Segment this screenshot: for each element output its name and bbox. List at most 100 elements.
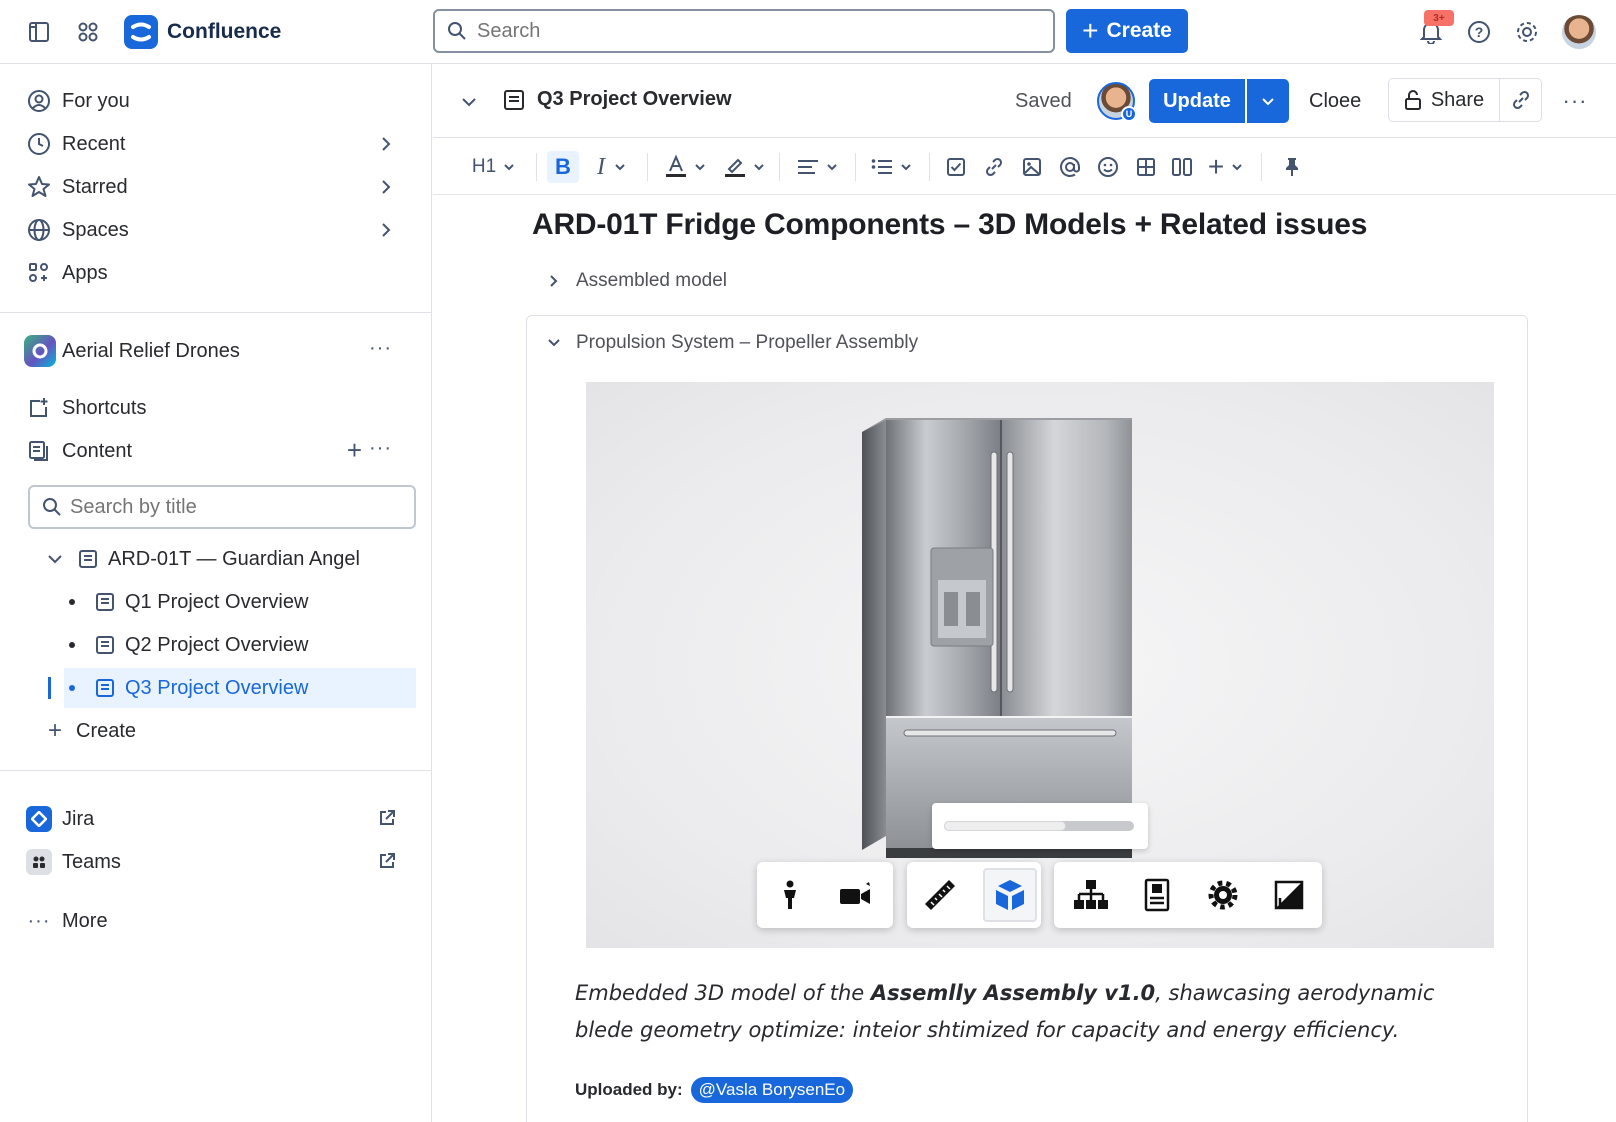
space-header[interactable]: Aerial Relief Drones ···: [24, 331, 408, 371]
update-options-button[interactable]: [1247, 79, 1289, 123]
selected-indicator: [48, 677, 51, 699]
close-button[interactable]: Cloee: [1309, 90, 1361, 113]
create-button[interactable]: + Create: [1066, 9, 1188, 53]
properties-icon[interactable]: [1134, 872, 1180, 918]
sidebar-item-recent[interactable]: Recent: [24, 124, 408, 164]
plus-icon: +: [47, 717, 62, 744]
user-avatar[interactable]: [1562, 15, 1596, 49]
share-button[interactable]: Share: [1388, 78, 1500, 122]
tree-item-parent[interactable]: ARD-01T — Guardian Angel: [44, 539, 416, 579]
sidebar-item-spaces[interactable]: Spaces: [24, 210, 408, 250]
sidebar-app-jira[interactable]: Jira: [24, 799, 408, 839]
tree-item-q2[interactable]: Q2 Project Overview: [64, 625, 416, 665]
chevron-down-icon[interactable]: [44, 550, 66, 568]
page-icon: [78, 549, 98, 569]
camera-icon[interactable]: [833, 872, 879, 918]
sidebar-item-for-you[interactable]: For you: [24, 81, 408, 121]
caption-text: Embedded 3D model of the: [575, 981, 871, 1005]
app-name: Confluence: [167, 20, 282, 43]
refrigerator-model[interactable]: [586, 382, 1494, 948]
help-icon[interactable]: ?: [1466, 19, 1492, 45]
app-switcher-icon[interactable]: [75, 19, 101, 45]
global-search[interactable]: [433, 9, 1055, 53]
sidebar-app-teams[interactable]: Teams: [24, 842, 408, 882]
page-icon: [95, 678, 115, 698]
sidebar-item-shortcuts[interactable]: Shortcuts: [24, 388, 408, 428]
external-link-icon[interactable]: [378, 809, 396, 833]
heading-style-dropdown[interactable]: H1: [469, 151, 519, 183]
expand-propulsion-system[interactable]: Propulsion System – Propeller Assembly: [546, 328, 918, 358]
content-search[interactable]: [28, 485, 416, 529]
emoji-icon[interactable]: [1093, 151, 1123, 183]
link-icon[interactable]: [979, 151, 1009, 183]
editor-toolbar: H1 B I +: [433, 139, 1616, 195]
image-icon[interactable]: [1017, 151, 1047, 183]
add-content-icon[interactable]: +: [347, 435, 362, 466]
more-actions-icon[interactable]: ···: [1560, 86, 1590, 116]
chevron-down-icon: [754, 164, 764, 171]
hierarchy-icon[interactable]: [1068, 872, 1114, 918]
bold-icon[interactable]: B: [547, 151, 579, 183]
confluence-home-link[interactable]: Confluence: [124, 13, 281, 51]
3d-model-viewer[interactable]: [586, 382, 1494, 948]
sidebar-item-starred[interactable]: Starred: [24, 167, 408, 207]
page-title-text: Q3 Project Overview: [537, 88, 732, 110]
chevron-down-icon: [695, 164, 705, 171]
bullet: [69, 685, 75, 691]
share-label: Share: [1430, 88, 1485, 111]
list-dropdown[interactable]: [867, 151, 917, 183]
tree-item-q1[interactable]: Q1 Project Overview: [64, 582, 416, 622]
checkbox-task-icon[interactable]: [941, 151, 971, 183]
copy-link-button[interactable]: [1500, 78, 1542, 122]
italic-dropdown[interactable]: I: [585, 151, 639, 183]
person-icon[interactable]: [767, 872, 813, 918]
settings-gear-icon[interactable]: [1514, 19, 1540, 45]
sidebar-item-apps[interactable]: Apps: [24, 253, 408, 293]
create-page-button[interactable]: + Create: [44, 711, 416, 751]
sidebar-more[interactable]: ··· More: [24, 901, 408, 941]
highlighter-icon: [725, 158, 745, 177]
tree-item-label: Q2 Project Overview: [125, 633, 309, 656]
viewer-tool-group-navigation: [757, 862, 893, 928]
chevron-right-icon[interactable]: [376, 220, 396, 246]
sidebar-item-content[interactable]: Content + ···: [24, 431, 408, 471]
insert-more-dropdown[interactable]: +: [1203, 151, 1249, 183]
lock-open-icon: [1404, 90, 1421, 110]
content-search-input[interactable]: [70, 495, 390, 519]
layout-columns-icon[interactable]: [1167, 151, 1197, 183]
highlight-dropdown[interactable]: [721, 151, 769, 183]
chevron-down-icon[interactable]: [459, 92, 479, 117]
user-circle-icon: [24, 86, 54, 116]
settings-icon[interactable]: [1200, 872, 1246, 918]
external-link-icon[interactable]: [378, 852, 396, 876]
pin-toolbar-icon[interactable]: [1277, 151, 1307, 183]
apps-grid-icon: [24, 258, 54, 288]
alignment-dropdown[interactable]: [793, 151, 843, 183]
page-title[interactable]: Q3 Project Overview: [503, 88, 732, 111]
sidebar-toggle-icon[interactable]: [26, 19, 52, 45]
update-button[interactable]: Update: [1149, 79, 1245, 123]
heading-label: H1: [471, 156, 497, 177]
sidebar-item-label: Recent: [62, 132, 126, 155]
chevron-down-icon: [901, 164, 911, 171]
content-more-icon[interactable]: ···: [369, 437, 392, 460]
text-color-icon: [666, 155, 686, 177]
chevron-right-icon[interactable]: [376, 134, 396, 160]
ruler-icon[interactable]: [917, 872, 963, 918]
text-color-dropdown[interactable]: [663, 151, 709, 183]
fullscreen-icon[interactable]: [1266, 872, 1312, 918]
user-mention[interactable]: @Vasla BorysenEo: [690, 1077, 854, 1103]
mention-icon[interactable]: [1055, 151, 1085, 183]
cube-icon[interactable]: [983, 868, 1037, 922]
chevron-right-icon[interactable]: [376, 177, 396, 203]
search-input[interactable]: [477, 19, 1017, 43]
tree-item-q3[interactable]: Q3 Project Overview: [64, 668, 416, 708]
space-more-icon[interactable]: ···: [369, 337, 392, 360]
sidebar-item-label: Starred: [62, 175, 128, 198]
table-icon[interactable]: [1131, 151, 1161, 183]
plus-icon: +: [1207, 151, 1225, 182]
clock-icon: [24, 129, 54, 159]
space-name: Aerial Relief Drones: [62, 339, 240, 362]
expand-assembled-model[interactable]: Assembled model: [546, 266, 727, 296]
search-icon: [43, 498, 61, 516]
